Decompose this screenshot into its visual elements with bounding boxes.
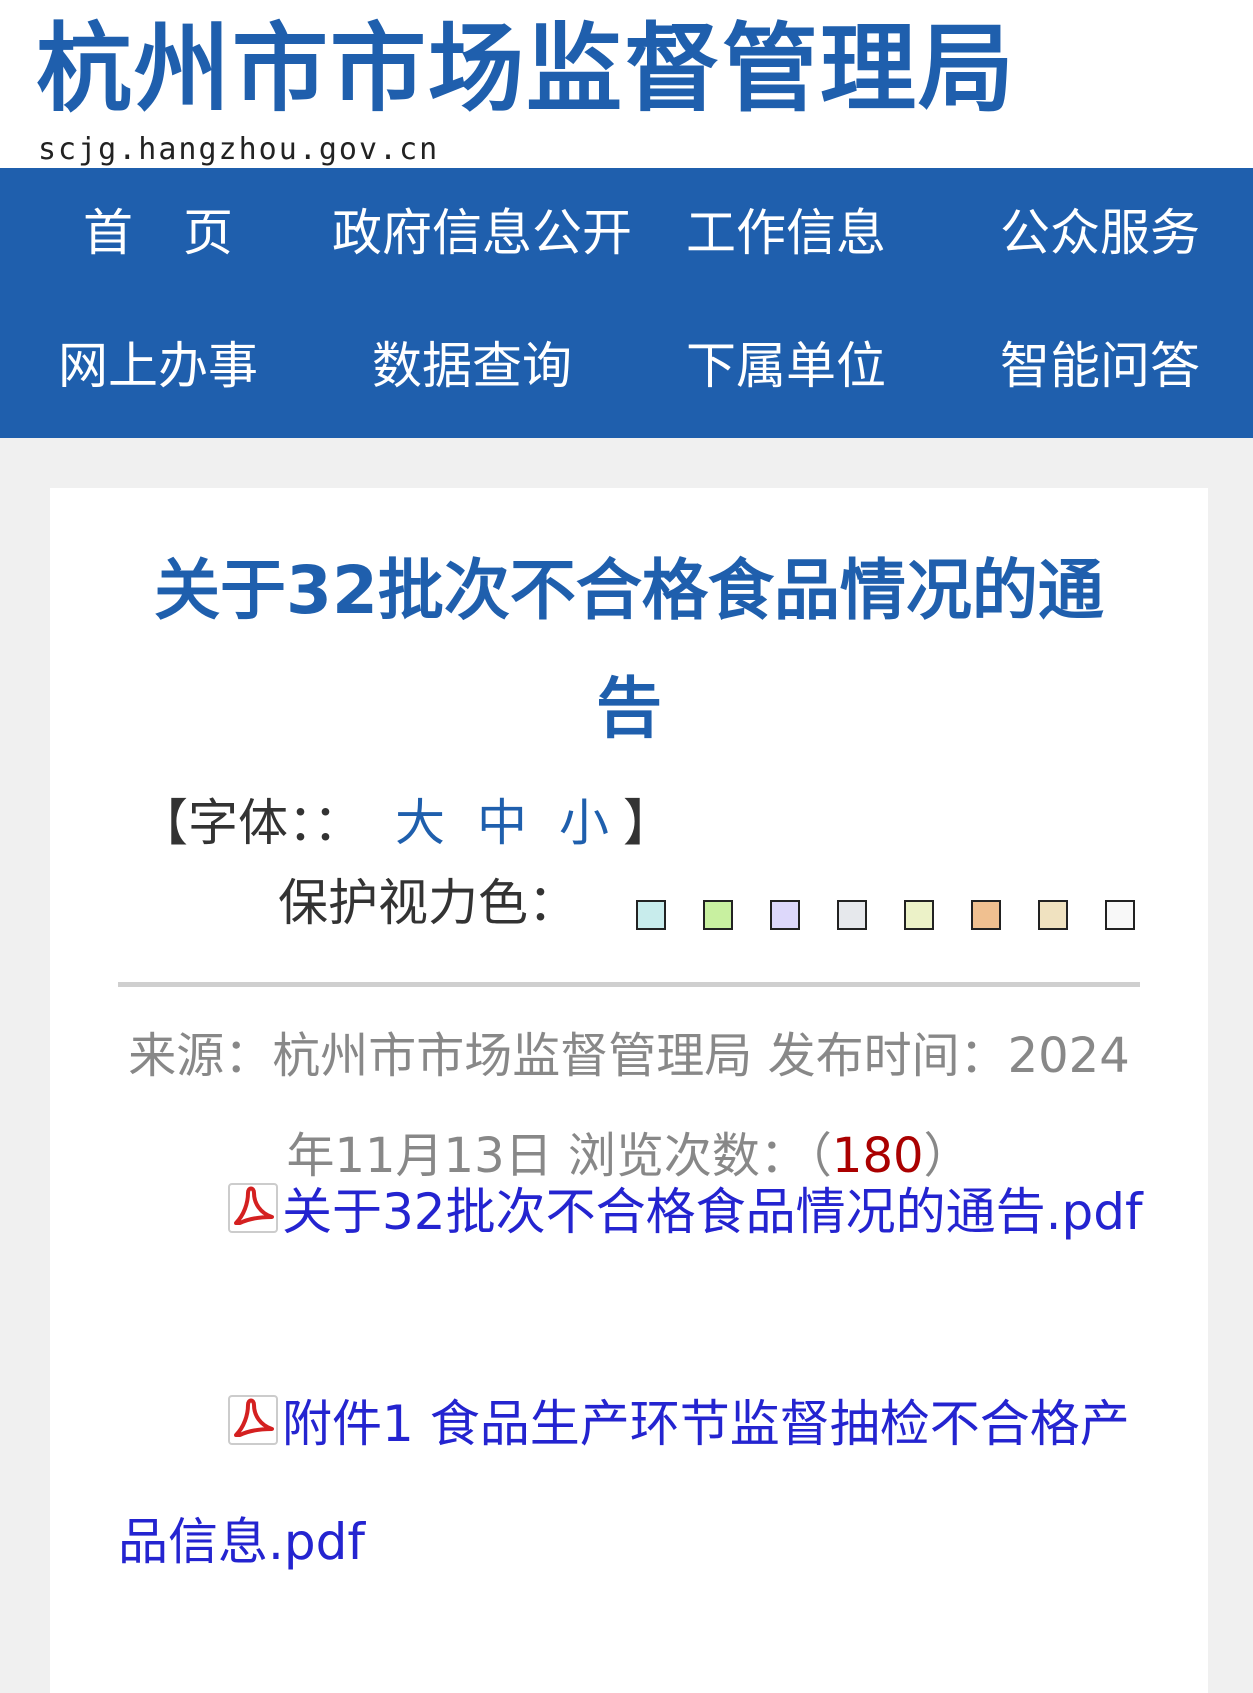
nav-item-gov-info[interactable]: 政府信息公开 bbox=[332, 203, 632, 263]
font-size-label: 【字体：： bbox=[138, 794, 363, 852]
eye-care-color-swatch[interactable] bbox=[770, 900, 800, 930]
source-label: 来源： bbox=[128, 1028, 273, 1084]
attachment-link[interactable]: 关于32批次不合格食品情况的通告.pdf bbox=[118, 1156, 1178, 1274]
site-title-logo[interactable]: 杭州市市场监督管理局 bbox=[36, 14, 1016, 125]
nav-item-online-service[interactable]: 网上办事 bbox=[18, 336, 298, 396]
font-size-bracket-close: 】 bbox=[623, 794, 673, 852]
eye-care-color-swatch[interactable] bbox=[1105, 900, 1135, 930]
main-nav: 首 页 政府信息公开 工作信息 公众服务 网上办事 数据查询 下属单位 智能问答 bbox=[0, 168, 1253, 438]
eye-care-color-swatch[interactable] bbox=[971, 900, 1001, 930]
nav-item-data-query[interactable]: 数据查询 bbox=[332, 336, 612, 396]
site-header: 杭州市市场监督管理局 scjg.hangzhou.gov.cn bbox=[0, 0, 1253, 168]
font-size-selector: 【字体：： 大中小】 bbox=[138, 793, 673, 853]
eye-care-color-swatch[interactable] bbox=[837, 900, 867, 930]
pdf-icon bbox=[226, 1162, 280, 1274]
nav-item-smart-qa[interactable]: 智能问答 bbox=[960, 336, 1240, 396]
font-size-small-button[interactable]: 小 bbox=[559, 794, 609, 852]
site-domain: scjg.hangzhou.gov.cn bbox=[38, 132, 440, 167]
source-value: 杭州市市场监督管理局 bbox=[272, 1028, 753, 1084]
eye-care-label: 保护视力色： bbox=[278, 874, 578, 932]
nav-item-home[interactable]: 首 页 bbox=[18, 203, 298, 263]
attachment-link[interactable]: 附件1 食品生产环节监督抽检不合格产品信息.pdf bbox=[118, 1368, 1178, 1598]
divider bbox=[118, 982, 1140, 987]
eye-care-color-swatch[interactable] bbox=[904, 900, 934, 930]
nav-item-subordinate-units[interactable]: 下属单位 bbox=[646, 336, 926, 396]
eye-care-color-swatch[interactable] bbox=[1038, 900, 1068, 930]
nav-item-public-service[interactable]: 公众服务 bbox=[960, 203, 1240, 263]
attachment-name[interactable]: 关于32批次不合格食品情况的通告.pdf bbox=[282, 1183, 1143, 1241]
font-size-medium-button[interactable]: 中 bbox=[477, 794, 527, 852]
pdf-icon bbox=[226, 1374, 280, 1486]
eye-care-color-swatch[interactable] bbox=[636, 900, 666, 930]
nav-item-work-info[interactable]: 工作信息 bbox=[646, 203, 926, 263]
published-label: 发布时间： bbox=[767, 1028, 1008, 1084]
font-size-large-button[interactable]: 大 bbox=[395, 794, 445, 852]
article-card: 关于32批次不合格食品情况的通告 【字体：： 大中小】 保护视力色： 来源：杭州市… bbox=[50, 488, 1208, 1693]
article-title: 关于32批次不合格食品情况的通告 bbox=[154, 552, 1104, 747]
eye-care-color-swatch[interactable] bbox=[703, 900, 733, 930]
